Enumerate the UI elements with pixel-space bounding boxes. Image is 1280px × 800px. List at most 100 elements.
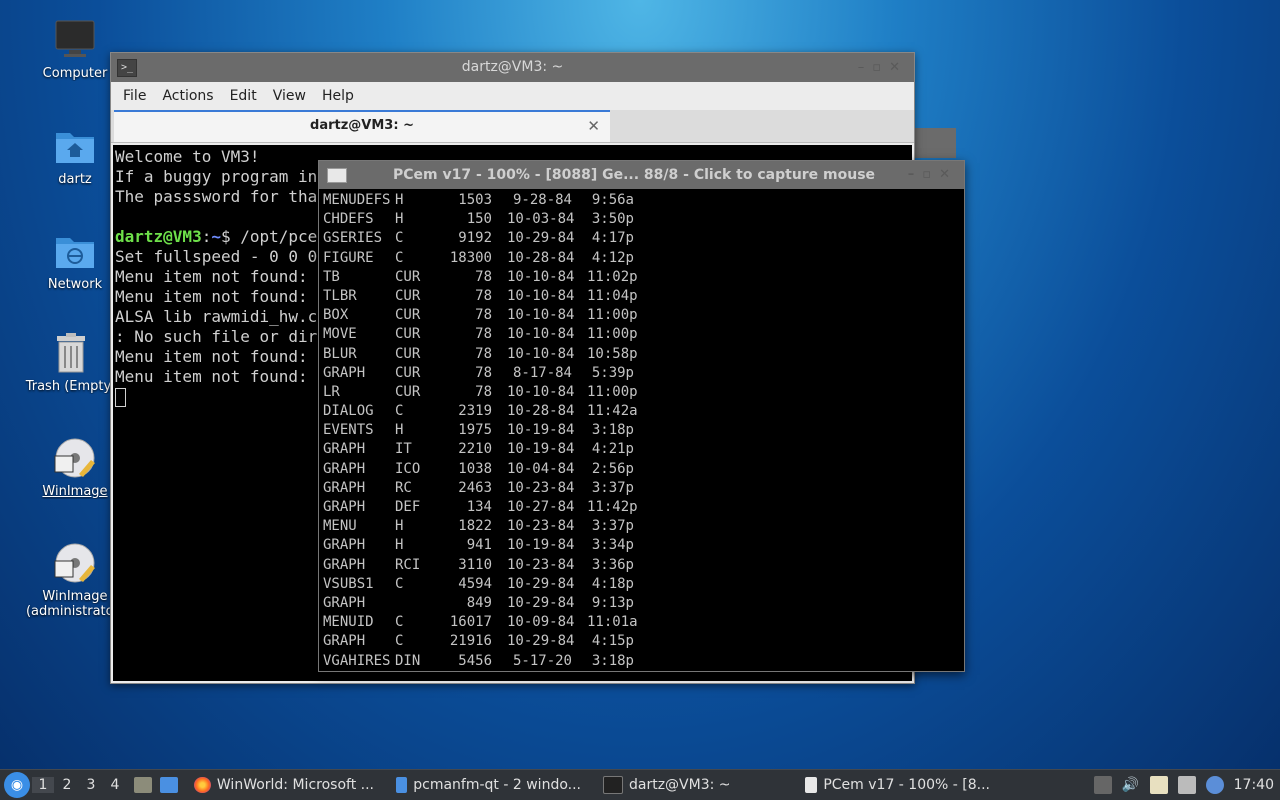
file-size: 941 xyxy=(466,537,492,554)
file-ext: H xyxy=(395,192,404,208)
file-size: 16017 xyxy=(449,614,492,631)
terminal-tab[interactable]: dartz@VM3: ~ ✕ xyxy=(114,110,610,142)
file-ext: CUR xyxy=(395,364,421,381)
file-name: VSUBS1 xyxy=(323,575,374,592)
pcem-window[interactable]: PCem v17 - 100% - [8088] Ge... 88/8 - Cl… xyxy=(318,160,965,672)
dir-listing-row: CHDEFS H 150 10-03-84 3:50p xyxy=(322,210,962,229)
network-monitor-icon[interactable] xyxy=(1177,776,1196,794)
file-size: 78 xyxy=(475,364,492,381)
file-ext: H xyxy=(395,422,404,439)
file-time: 10:58p xyxy=(587,345,638,362)
clipboard-icon[interactable] xyxy=(1149,776,1168,794)
task-terminal[interactable]: dartz@VM3: ~ xyxy=(597,771,789,799)
file-ext: DEF xyxy=(395,499,421,515)
dir-listing-row: GRAPH ICO 1038 10-04-84 2:56p xyxy=(322,460,962,479)
file-ext: C xyxy=(395,633,404,650)
background-window-edge[interactable] xyxy=(910,128,956,158)
file-ext: H xyxy=(395,211,404,228)
start-menu-button[interactable]: ◉ xyxy=(4,772,30,798)
file-ext: ICO xyxy=(395,460,421,477)
desktop-icon-trash[interactable]: Trash (Empty) xyxy=(25,331,117,394)
menu-actions[interactable]: Actions xyxy=(154,88,221,104)
file-time: 9:56a xyxy=(591,192,634,208)
dir-listing-row: FIGURE C 18300 10-28-84 4:12p xyxy=(322,249,962,268)
file-date: 10-19-84 xyxy=(507,422,575,439)
show-desktop-icon[interactable] xyxy=(134,777,152,793)
file-date: 10-27-84 xyxy=(507,499,575,515)
menu-help[interactable]: Help xyxy=(314,88,362,104)
task-firefox[interactable]: WinWorld: Microsoft ... xyxy=(188,771,380,799)
dir-listing-row: DIALOG C 2319 10-28-84 11:42a xyxy=(322,402,962,421)
folder-icon xyxy=(396,777,408,793)
file-size: 78 xyxy=(475,383,492,400)
maximize-icon[interactable]: ▫ xyxy=(872,60,889,75)
file-name: GRAPH xyxy=(323,441,366,458)
file-size: 1822 xyxy=(458,518,492,535)
file-time: 11:00p xyxy=(587,307,638,324)
file-ext: CUR xyxy=(395,268,421,285)
dir-listing-row: MENUID C 16017 10-09-84 11:01a xyxy=(322,613,962,632)
file-date: 10-29-84 xyxy=(507,575,575,592)
task-label: WinWorld: Microsoft ... xyxy=(216,777,374,793)
dir-listing-row: MENUDEFS H 1503 9-28-84 9:56a xyxy=(322,191,962,210)
trash-icon xyxy=(49,331,93,375)
window-icon xyxy=(805,777,818,793)
file-time: 5:39p xyxy=(591,364,634,381)
file-name: GRAPH xyxy=(323,556,366,573)
dir-listing-row: GRAPH RCI 3110 10-23-84 3:36p xyxy=(322,556,962,575)
file-name: GRAPH xyxy=(323,364,366,381)
desktop-switch-1[interactable]: 1 xyxy=(32,777,54,793)
menu-edit[interactable]: Edit xyxy=(222,88,265,104)
dir-listing-row: GRAPH 849 10-29-84 9:13p xyxy=(322,594,962,613)
file-time: 11:01a xyxy=(587,614,638,631)
file-name: EVENTS xyxy=(323,422,374,439)
file-ext: CUR xyxy=(395,383,421,400)
file-time: 11:02p xyxy=(587,268,638,285)
file-time: 4:15p xyxy=(591,633,634,650)
terminal-tab-label: dartz@VM3: ~ xyxy=(310,118,414,133)
file-time: 3:18p xyxy=(591,422,634,439)
file-name: BOX xyxy=(323,307,349,324)
minimize-icon[interactable]: – xyxy=(908,167,923,182)
terminal-titlebar[interactable]: >_ dartz@VM3: ~ –▫✕ xyxy=(111,53,914,82)
task-pcmanfm[interactable]: pcmanfm-qt - 2 windo... xyxy=(390,771,587,799)
dir-listing-row: TLBR CUR 78 10-10-84 11:04p xyxy=(322,287,962,306)
file-date: 8-17-84 xyxy=(512,364,572,381)
file-size: 849 xyxy=(466,594,492,611)
desktop-switch-2[interactable]: 2 xyxy=(56,777,78,793)
file-manager-icon[interactable] xyxy=(160,777,178,793)
pcem-title: PCem v17 - 100% - [8088] Ge... 88/8 - Cl… xyxy=(393,167,876,183)
file-ext: RC xyxy=(395,479,412,496)
file-time: 2:56p xyxy=(591,460,634,477)
file-date: 10-10-84 xyxy=(507,307,575,324)
pcem-titlebar[interactable]: PCem v17 - 100% - [8088] Ge... 88/8 - Cl… xyxy=(319,161,964,189)
volume-icon[interactable]: 🔊 xyxy=(1122,776,1140,794)
file-ext: IT xyxy=(395,441,412,458)
maximize-icon[interactable]: ▫ xyxy=(922,167,939,182)
menu-file[interactable]: File xyxy=(115,88,154,104)
file-size: 150 xyxy=(466,211,492,228)
tab-close-icon[interactable]: ✕ xyxy=(587,112,600,140)
desktop-switch-3[interactable]: 3 xyxy=(80,777,102,793)
task-pcem[interactable]: PCem v17 - 100% - [8... xyxy=(799,771,996,799)
prompt-separator: : xyxy=(201,227,212,246)
file-name: GRAPH xyxy=(323,499,366,515)
close-icon[interactable]: ✕ xyxy=(889,60,908,75)
tray-up-arrow-icon[interactable] xyxy=(1093,776,1112,794)
file-ext: DIN xyxy=(395,652,421,669)
pcem-emulated-screen[interactable]: MENUDEFS H 1503 9-28-84 9:56a CHDEFS H 150 10-03… xyxy=(322,191,962,669)
notification-icon[interactable] xyxy=(1205,776,1224,794)
minimize-icon[interactable]: – xyxy=(858,60,873,75)
dir-listing-row: GSERIES C 9192 10-29-84 4:17p xyxy=(322,229,962,248)
file-time: 4:21p xyxy=(591,441,634,458)
file-time: 3:18p xyxy=(591,652,634,669)
desktop-switch-4[interactable]: 4 xyxy=(104,777,126,793)
task-label: PCem v17 - 100% - [8... xyxy=(823,777,990,793)
network-folder-icon xyxy=(53,229,97,273)
close-icon[interactable]: ✕ xyxy=(939,167,958,182)
file-date: 10-29-84 xyxy=(507,230,575,247)
menu-view[interactable]: View xyxy=(265,88,314,104)
file-size: 21916 xyxy=(449,633,492,650)
file-time: 3:36p xyxy=(591,556,634,573)
file-ext: CUR xyxy=(395,287,421,304)
